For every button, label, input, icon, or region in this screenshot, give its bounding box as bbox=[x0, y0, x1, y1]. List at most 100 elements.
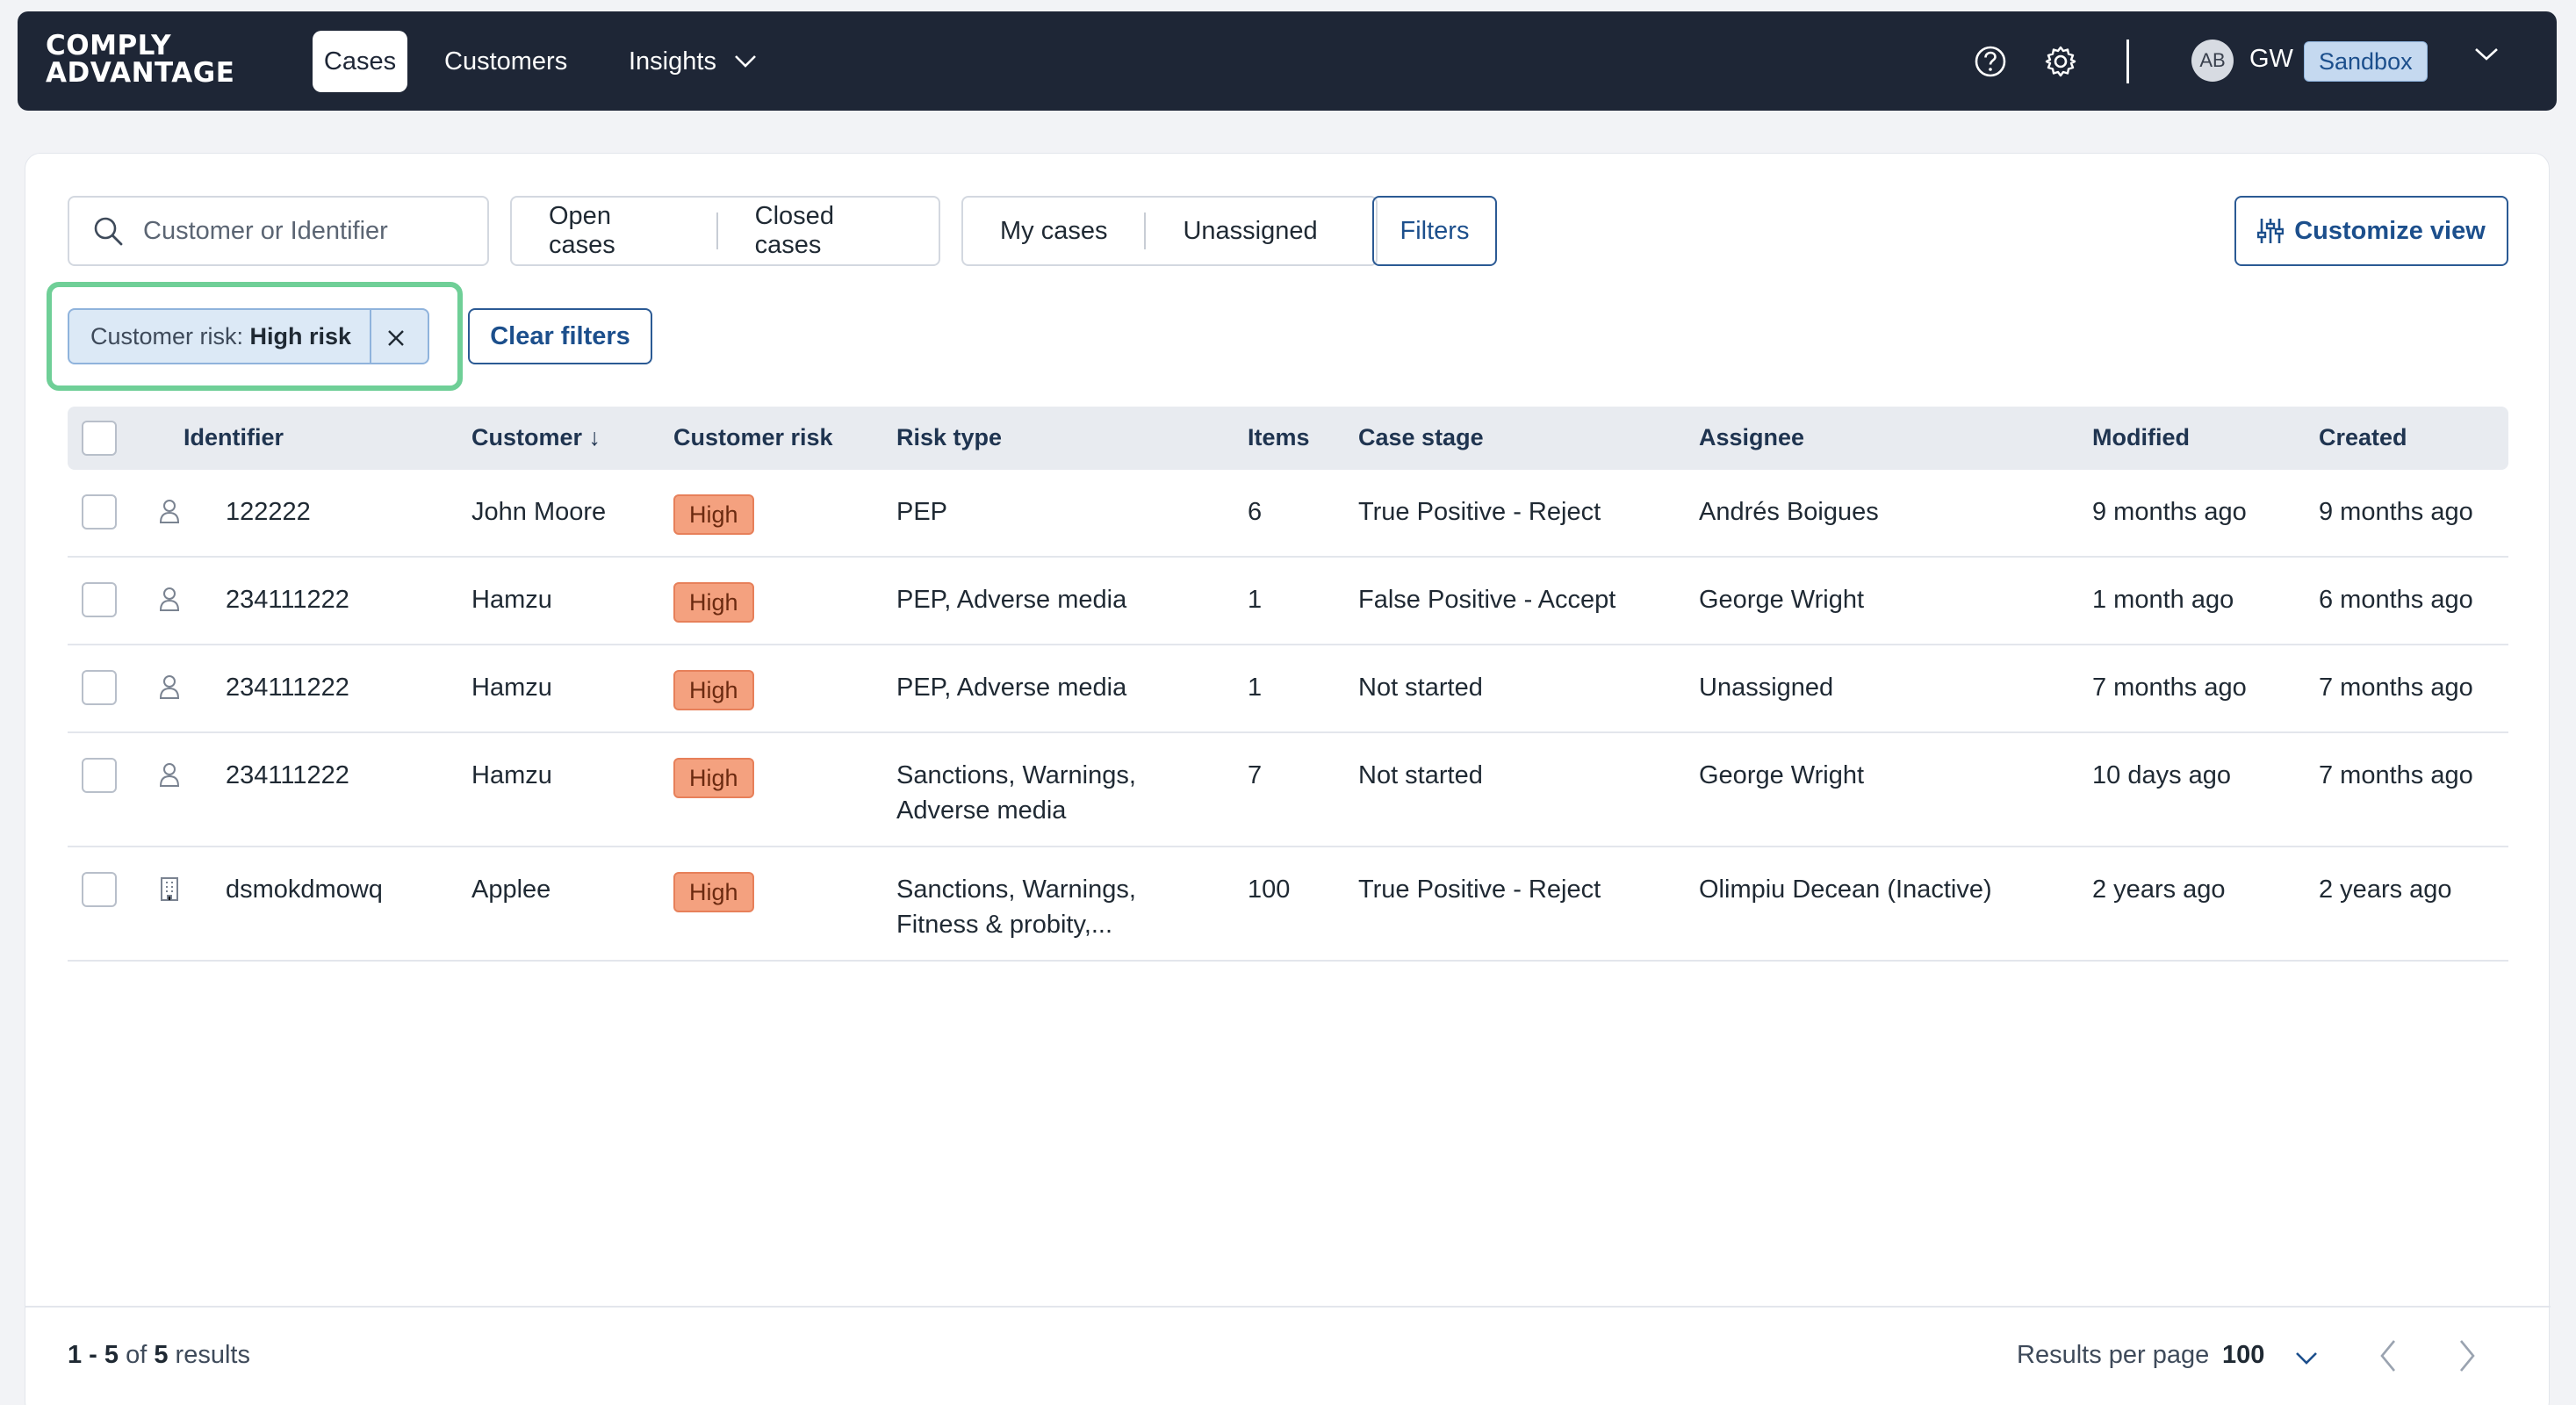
search-field[interactable] bbox=[68, 196, 489, 266]
risk-badge-label: High bbox=[689, 501, 738, 528]
table-row[interactable]: 122222 John Moore High PEP 6 True Positive - … bbox=[68, 470, 2508, 558]
person-icon bbox=[159, 498, 180, 529]
row-checkbox[interactable] bbox=[82, 494, 117, 530]
nav-tab-cases[interactable]: Cases bbox=[313, 31, 407, 92]
column-header-created[interactable]: Created bbox=[2319, 424, 2407, 451]
customer-cell[interactable]: Applee bbox=[471, 872, 550, 907]
column-header-customer-risk[interactable]: Customer risk bbox=[673, 424, 833, 451]
nav-tab-customers[interactable]: Customers bbox=[444, 31, 602, 92]
chevron-down-icon bbox=[735, 55, 756, 68]
filter-chip-divider bbox=[370, 310, 371, 363]
table-row[interactable]: dsmokdmowq Applee High Sanctions, Warnings,… bbox=[68, 847, 2508, 962]
column-header-customer[interactable]: Customer ↓ bbox=[471, 424, 601, 451]
nav-tab-insights-label: Insights bbox=[629, 47, 716, 76]
column-header-case-stage[interactable]: Case stage bbox=[1358, 424, 1484, 451]
chevron-down-icon[interactable] bbox=[2294, 1341, 2319, 1376]
risk-badge: High bbox=[673, 582, 754, 623]
risk-type-cell: PEP bbox=[896, 494, 947, 530]
assignee-cell: Unassigned bbox=[1699, 674, 1834, 702]
column-header-modified[interactable]: Modified bbox=[2092, 424, 2190, 451]
case-stage-cell: False Positive - Accept bbox=[1358, 586, 1616, 614]
row-checkbox[interactable] bbox=[82, 758, 117, 793]
building-icon bbox=[159, 875, 180, 906]
user-initials[interactable]: GW bbox=[2249, 45, 2293, 74]
identifier-cell[interactable]: dsmokdmowq bbox=[226, 872, 383, 907]
customer-cell[interactable]: John Moore bbox=[471, 494, 606, 530]
search-input[interactable] bbox=[143, 216, 459, 246]
modified-cell: 10 days ago bbox=[2092, 761, 2232, 789]
row-checkbox[interactable] bbox=[82, 582, 117, 617]
risk-type-cell: Sanctions, Warnings, Fitness & probity,..… bbox=[896, 872, 1136, 942]
filters-button-label: Filters bbox=[1400, 216, 1470, 245]
sliders-icon bbox=[2257, 219, 2285, 243]
modified-cell: 9 months ago bbox=[2092, 498, 2247, 526]
avatar[interactable]: AB bbox=[2191, 40, 2234, 82]
assignee-cell: Andrés Boigues bbox=[1699, 498, 1879, 526]
risk-badge: High bbox=[673, 670, 754, 710]
filters-button[interactable]: Filters bbox=[1372, 196, 1497, 266]
person-icon bbox=[159, 674, 180, 704]
assignment-toggle: My cases Unassigned bbox=[961, 196, 1378, 266]
table-row[interactable]: 234111222 Hamzu High PEP, Adverse media 1 Fal… bbox=[68, 558, 2508, 645]
table-row[interactable]: 234111222 Hamzu High PEP, Adverse media 1 Not… bbox=[68, 645, 2508, 733]
results-of: of bbox=[119, 1341, 155, 1369]
customer-cell[interactable]: Hamzu bbox=[471, 758, 552, 793]
column-header-items[interactable]: Items bbox=[1248, 424, 1310, 451]
items-cell: 100 bbox=[1248, 875, 1291, 904]
footer-divider bbox=[25, 1306, 2551, 1308]
chevron-down-icon[interactable] bbox=[2474, 47, 2499, 62]
environment-label: Sandbox bbox=[2319, 47, 2413, 75]
unassigned-button[interactable]: Unassigned bbox=[1146, 198, 1354, 264]
closed-cases-button[interactable]: Closed cases bbox=[718, 198, 939, 264]
help-icon[interactable] bbox=[1972, 43, 2009, 80]
person-icon bbox=[159, 586, 180, 616]
results-per-page-select[interactable]: 100 bbox=[2222, 1341, 2264, 1370]
row-checkbox[interactable] bbox=[82, 670, 117, 705]
environment-badge: Sandbox bbox=[2304, 41, 2428, 82]
case-stage-cell: Not started bbox=[1358, 674, 1483, 702]
clear-filters-button[interactable]: Clear filters bbox=[468, 308, 652, 364]
column-header-risk-type[interactable]: Risk type bbox=[896, 424, 1002, 451]
case-stage-cell: Not started bbox=[1358, 761, 1483, 789]
created-cell: 7 months ago bbox=[2319, 761, 2473, 789]
nav-tab-cases-label: Cases bbox=[323, 47, 397, 76]
select-all-checkbox[interactable] bbox=[82, 421, 117, 456]
gear-icon[interactable] bbox=[2042, 43, 2079, 80]
risk-badge-label: High bbox=[689, 588, 738, 616]
filter-chip-label: Customer risk: High risk bbox=[69, 323, 351, 350]
filter-chip-value: High risk bbox=[249, 322, 352, 349]
top-navigation-bar: COMPLY ADVANTAGE Cases Customers Insight… bbox=[18, 11, 2557, 111]
chevron-left-icon[interactable] bbox=[2375, 1334, 2401, 1378]
close-icon bbox=[388, 330, 404, 346]
risk-type-cell: Sanctions, Warnings, Adverse media bbox=[896, 758, 1136, 828]
remove-filter-button[interactable] bbox=[380, 322, 412, 354]
my-cases-button[interactable]: My cases bbox=[963, 198, 1144, 264]
nav-tab-insights[interactable]: Insights bbox=[629, 31, 787, 92]
customer-risk-filter-chip[interactable]: Customer risk: High risk bbox=[68, 308, 429, 364]
customer-cell[interactable]: Hamzu bbox=[471, 670, 552, 705]
identifier-cell[interactable]: 122222 bbox=[226, 494, 311, 530]
chevron-right-icon[interactable] bbox=[2454, 1334, 2480, 1378]
risk-type-line-2: Fitness & probity,... bbox=[896, 911, 1113, 939]
row-checkbox[interactable] bbox=[82, 872, 117, 907]
customer-cell[interactable]: Hamzu bbox=[471, 582, 552, 617]
identifier-cell[interactable]: 234111222 bbox=[226, 582, 349, 617]
customize-view-button[interactable]: Customize view bbox=[2234, 196, 2508, 266]
modified-cell: 2 years ago bbox=[2092, 875, 2226, 904]
results-word: results bbox=[168, 1341, 250, 1369]
cases-panel: Open cases Closed cases My cases Unassig… bbox=[25, 153, 2551, 1405]
risk-type-line-1: PEP bbox=[896, 498, 948, 526]
items-cell: 7 bbox=[1248, 761, 1263, 789]
identifier-cell[interactable]: 234111222 bbox=[226, 670, 349, 705]
results-count: 1 - 5 of 5 results bbox=[68, 1341, 250, 1370]
customize-view-label: Customize view bbox=[2294, 216, 2486, 245]
created-cell: 6 months ago bbox=[2319, 586, 2473, 614]
items-cell: 1 bbox=[1248, 674, 1263, 702]
open-cases-button[interactable]: Open cases bbox=[512, 198, 716, 264]
comply-advantage-logo[interactable]: COMPLY ADVANTAGE bbox=[46, 32, 234, 87]
created-cell: 2 years ago bbox=[2319, 875, 2452, 904]
column-header-identifier[interactable]: Identifier bbox=[183, 424, 284, 451]
identifier-cell[interactable]: 234111222 bbox=[226, 758, 349, 793]
column-header-assignee[interactable]: Assignee bbox=[1699, 424, 1804, 451]
table-row[interactable]: 234111222 Hamzu High Sanctions, Warnings, Ad… bbox=[68, 733, 2508, 847]
